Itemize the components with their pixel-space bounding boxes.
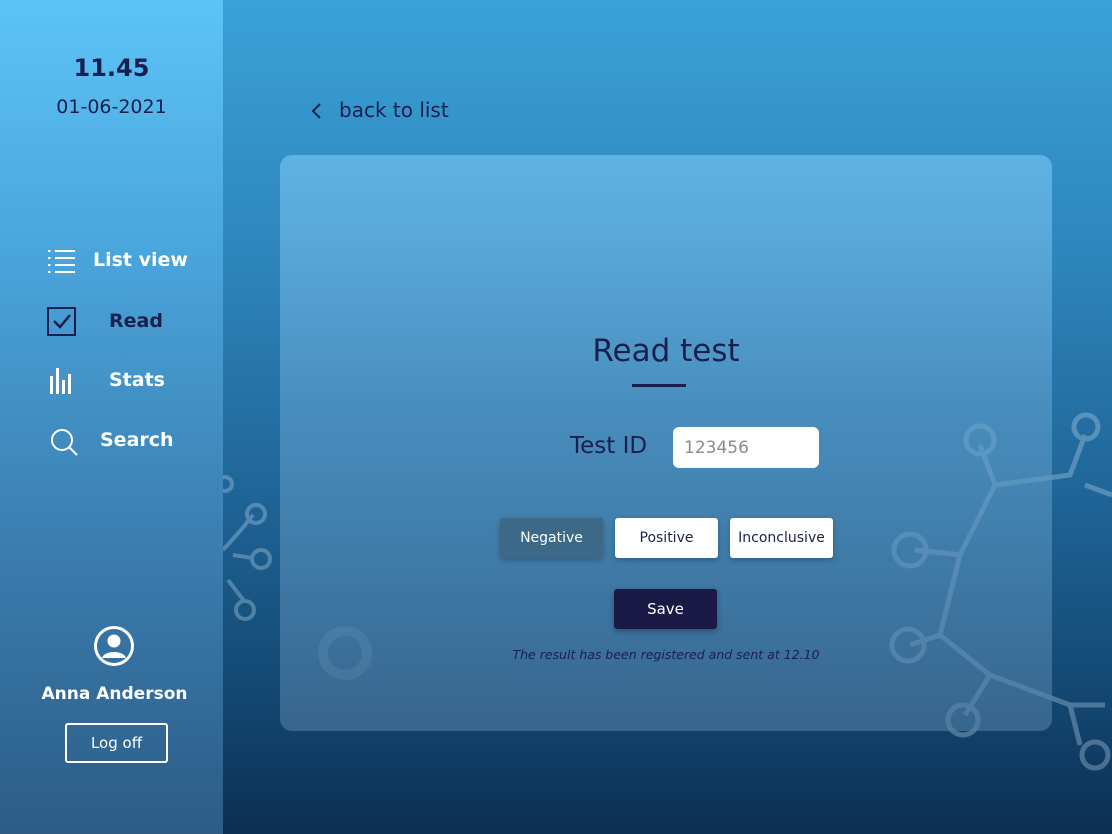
nav-item-stats[interactable]: Stats: [0, 361, 223, 401]
list-icon: [46, 246, 80, 276]
page-title: Read test: [592, 333, 740, 369]
nav-item-search[interactable]: Search: [0, 421, 223, 461]
title-underline: [632, 384, 686, 387]
status-message: The result has been registered and sent …: [512, 647, 820, 662]
log-off-button[interactable]: Log off: [65, 723, 168, 763]
user-avatar-icon: [93, 625, 135, 667]
nav-label-read: Read: [109, 310, 163, 332]
save-button[interactable]: Save: [614, 589, 717, 629]
read-test-card: Read test Test ID Negative Positive Inco…: [280, 155, 1052, 731]
search-icon: [46, 426, 80, 456]
checkbox-icon: [46, 307, 80, 337]
chevron-left-icon: [308, 102, 324, 120]
nav-label-list-view: List view: [93, 249, 188, 271]
back-to-list-label: back to list: [339, 98, 449, 122]
sidebar: 11.45 01-06-2021 List view Read Stats Se…: [0, 0, 223, 834]
clock-time: 11.45: [73, 54, 150, 82]
result-negative-button[interactable]: Negative: [500, 518, 603, 558]
test-id-label: Test ID: [570, 433, 648, 459]
virus-decoration-icon: [223, 475, 272, 621]
clock-date: 01-06-2021: [56, 96, 167, 118]
bar-chart-icon: [46, 366, 80, 396]
nav-label-stats: Stats: [109, 369, 165, 391]
nav-item-read[interactable]: Read: [0, 302, 223, 342]
result-inconclusive-button[interactable]: Inconclusive: [730, 518, 833, 558]
user-name: Anna Anderson: [41, 684, 188, 704]
nav-label-search: Search: [100, 429, 174, 451]
nav-item-list-view[interactable]: List view: [0, 241, 223, 281]
test-id-input[interactable]: [673, 427, 819, 468]
result-positive-button[interactable]: Positive: [615, 518, 718, 558]
